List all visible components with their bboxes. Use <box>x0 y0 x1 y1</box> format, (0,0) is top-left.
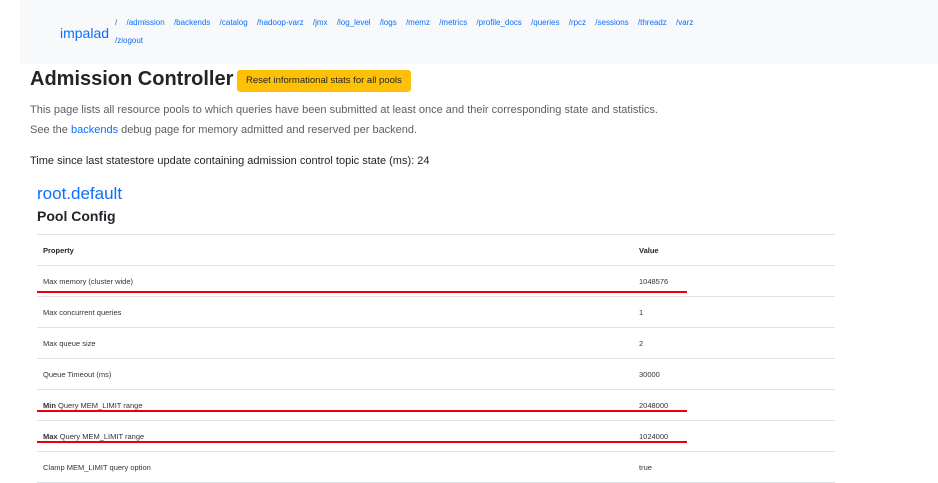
value-cell: 2 <box>633 327 835 359</box>
property-label: Clamp MEM_LIMIT query option <box>43 462 151 472</box>
nav-link-catalog[interactable]: /catalog <box>220 18 248 27</box>
property-cell: Max concurrent queries <box>37 296 633 328</box>
column-header-value: Value <box>633 234 835 266</box>
property-label: Query MEM_LIMIT range <box>59 431 145 441</box>
property-label: Max queue size <box>43 338 96 348</box>
property-cell: Clamp MEM_LIMIT query option <box>37 451 633 483</box>
brand-link[interactable]: impalad <box>60 25 109 41</box>
property-label: Max concurrent queries <box>43 307 122 317</box>
nav-link-threadz[interactable]: /threadz <box>638 18 667 27</box>
nav-link-ziogout[interactable]: /ziogout <box>115 36 143 45</box>
statestore-update-line: Time since last statestore update contai… <box>30 155 429 167</box>
nav-link-root[interactable]: / <box>115 18 117 27</box>
nav-link-memz[interactable]: /memz <box>406 18 430 27</box>
nav-link-rpcz[interactable]: /rpcz <box>569 18 586 27</box>
highlight-underline-max-mem-limit <box>37 441 687 443</box>
nav-link-profile-docs[interactable]: /profile_docs <box>476 18 521 27</box>
property-cell: Max queue size <box>37 327 633 359</box>
table-row: Clamp MEM_LIMIT query option true <box>37 451 835 483</box>
nav-link-varz[interactable]: /varz <box>676 18 693 27</box>
value-cell: 2048000 <box>633 389 835 421</box>
property-label: Max memory (cluster wide) <box>43 276 134 286</box>
property-label: Query MEM_LIMIT range <box>58 400 143 410</box>
table-row: Max Query MEM_LIMIT range 1024000 <box>37 420 835 452</box>
desc-suffix: debug page for memory admitted and reser… <box>121 124 418 136</box>
nav-link-queries[interactable]: /queries <box>531 18 559 27</box>
nav-link-backends[interactable]: /backends <box>174 18 210 27</box>
statestore-label: Time since last statestore update contai… <box>30 155 415 167</box>
value-cell: 1 <box>633 296 835 328</box>
property-label: Queue Timeout (ms) <box>43 369 112 379</box>
nav-links: / /admission /backends /catalog /hadoop-… <box>115 14 855 50</box>
nav-link-logs[interactable]: /logs <box>380 18 397 27</box>
navbar: impalad / /admission /backends /catalog … <box>20 0 938 64</box>
table-row: Max concurrent queries 1 <box>37 296 835 328</box>
column-header-property: Property <box>37 234 633 266</box>
reset-stats-button[interactable]: Reset informational stats for all pools <box>237 70 411 92</box>
backends-link[interactable]: backends <box>71 124 118 136</box>
property-cell: Min Query MEM_LIMIT range <box>37 389 633 421</box>
pool-config-table: Property Value Max memory (cluster wide)… <box>37 234 835 483</box>
table-header-row: Property Value <box>37 234 835 266</box>
statestore-value: 24 <box>417 155 430 167</box>
table-row: Min Query MEM_LIMIT range 2048000 <box>37 389 835 421</box>
nav-link-log-level[interactable]: /log_level <box>337 18 371 27</box>
desc-prefix: See the <box>30 124 68 136</box>
value-cell: 30000 <box>633 358 835 390</box>
page-description: This page lists all resource pools to wh… <box>30 104 658 116</box>
highlight-underline-max-memory <box>37 291 687 293</box>
property-emphasis: Max <box>43 431 58 441</box>
property-emphasis: Min <box>43 400 56 410</box>
page-title: Admission Controller <box>30 68 234 90</box>
backends-description: See the backends debug page for memory a… <box>30 124 417 136</box>
property-cell: Max Query MEM_LIMIT range <box>37 420 633 452</box>
highlight-underline-min-mem-limit <box>37 410 687 412</box>
nav-link-metrics[interactable]: /metrics <box>439 18 467 27</box>
table-row: Queue Timeout (ms) 30000 <box>37 358 835 390</box>
pool-name: root.default <box>37 184 123 203</box>
value-cell: true <box>633 451 835 483</box>
property-cell: Queue Timeout (ms) <box>37 358 633 390</box>
table-row: Max queue size 2 <box>37 327 835 359</box>
nav-link-sessions[interactable]: /sessions <box>595 18 628 27</box>
pool-config-heading: Pool Config <box>37 208 116 224</box>
nav-link-hadoop-varz[interactable]: /hadoop-varz <box>257 18 304 27</box>
nav-link-admission[interactable]: /admission <box>126 18 164 27</box>
nav-link-jmx[interactable]: /jmx <box>313 18 328 27</box>
value-cell: 1024000 <box>633 420 835 452</box>
